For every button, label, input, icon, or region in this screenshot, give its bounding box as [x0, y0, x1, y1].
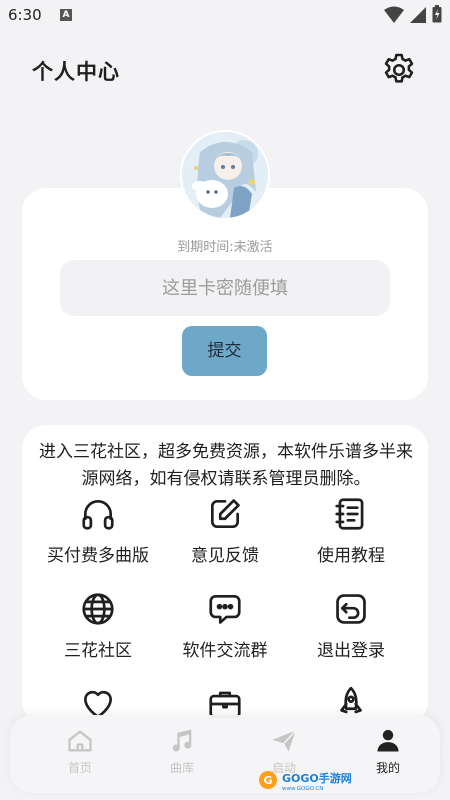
menu-item-logout[interactable]: 退出登录 — [286, 590, 416, 661]
menu-item-label: 使用教程 — [317, 546, 385, 566]
submit-button[interactable]: 提交 — [182, 326, 267, 376]
menu-item-feedback[interactable]: 意见反馈 — [160, 495, 290, 566]
svg-text:www.GOGO.CN: www.GOGO.CN — [282, 786, 323, 792]
signal-icon — [410, 7, 426, 23]
menu-card: 进入三花社区，超多免费资源，本软件乐谱多半来源网络，如有侵权请联系管理员删除。 … — [22, 425, 428, 725]
status-bar: 6:30 A — [0, 0, 450, 30]
headphones-icon — [82, 499, 114, 530]
notice-text: 进入三花社区，超多免费资源，本软件乐谱多半来源网络，如有侵权请联系管理员删除。 — [39, 442, 413, 489]
notification-icon: A — [60, 9, 72, 21]
status-time: 6:30 — [8, 6, 42, 24]
chat-bubble-icon — [209, 594, 241, 624]
svg-text:G: G — [263, 774, 272, 787]
wifi-icon — [384, 6, 404, 23]
card-code-input[interactable] — [60, 260, 390, 316]
gear-icon — [384, 53, 414, 83]
menu-item-label: 软件交流群 — [182, 641, 268, 661]
menu-item-chat-group[interactable]: 软件交流群 — [160, 590, 290, 661]
settings-button[interactable] — [380, 51, 418, 89]
paper-plane-icon — [272, 730, 297, 752]
battery-icon — [432, 5, 442, 23]
menu-item-paid-multi-version[interactable]: 买付费多曲版 — [33, 495, 163, 566]
menu-item-sanhua-community[interactable]: 三花社区 — [33, 590, 163, 661]
menu-item-tutorial[interactable]: 使用教程 — [286, 495, 416, 566]
notebook-icon — [335, 498, 364, 530]
nav-item-library[interactable]: 曲库 — [142, 727, 222, 776]
nav-item-home[interactable]: 首页 — [40, 727, 120, 776]
menu-item-label: 意见反馈 — [191, 546, 259, 566]
page-title: 个人中心 — [32, 60, 120, 84]
watermark-logo: G GOGO手游网 www.GOGO.CN — [259, 771, 352, 792]
nav-label: 首页 — [67, 761, 92, 775]
globe-icon — [82, 593, 114, 625]
edit-icon — [210, 499, 240, 529]
anime-avatar — [182, 132, 268, 218]
music-note-icon — [172, 729, 192, 752]
menu-item-label: 退出登录 — [317, 641, 385, 661]
nav-label: 曲库 — [169, 761, 194, 775]
logout-icon — [336, 594, 366, 624]
expire-text: 到期时间:未激活 — [177, 240, 273, 255]
home-icon — [68, 730, 92, 752]
menu-item-label: 买付费多曲版 — [47, 546, 149, 566]
menu-item-label: 三花社区 — [64, 641, 132, 661]
user-icon — [377, 729, 399, 752]
svg-text:GOGO手游网: GOGO手游网 — [282, 771, 352, 785]
avatar[interactable] — [180, 130, 270, 220]
